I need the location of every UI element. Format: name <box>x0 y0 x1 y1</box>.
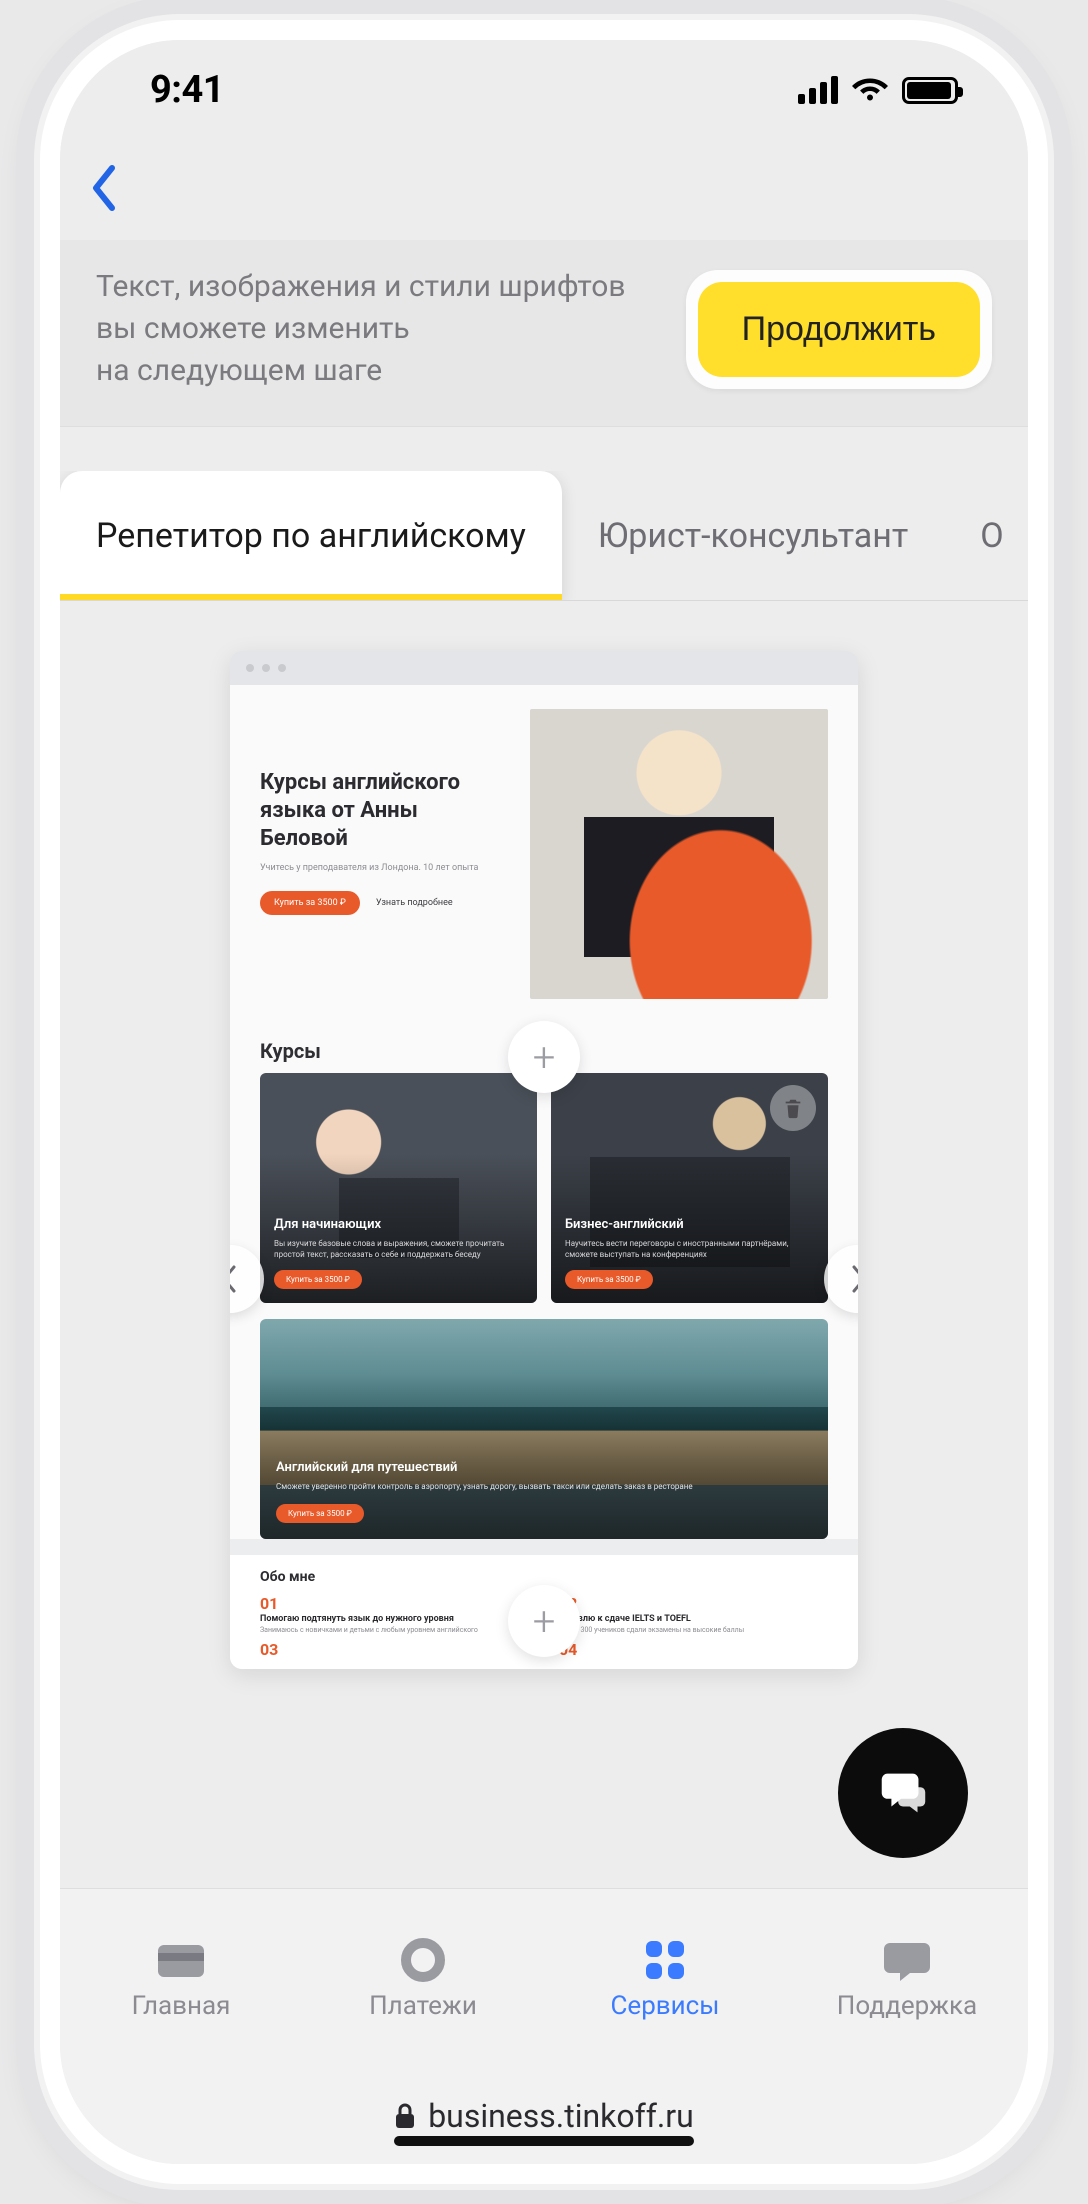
course-buy-button[interactable]: Купить за 3500 ₽ <box>276 1504 364 1523</box>
course-card-travel[interactable]: Английский для путешествий Сможете увере… <box>260 1319 828 1539</box>
lock-icon <box>394 2102 416 2130</box>
about-sub: Занимаюсь с новичками и детьми с любым у… <box>260 1625 529 1635</box>
card-icon <box>154 1937 208 1983</box>
tab-payments[interactable]: Платежи <box>302 1889 544 2068</box>
course-buy-button[interactable]: Купить за 3500 ₽ <box>274 1270 362 1289</box>
circle-icon <box>396 1937 450 1983</box>
preview-hero-section: Курсы английского языка от Анны Беловой … <box>230 685 858 1039</box>
about-title: Помогаю подтянуть язык до нужного уровня <box>260 1613 529 1625</box>
delete-card-button[interactable] <box>770 1085 816 1131</box>
bottom-tab-bar: Главная Платежи Сервисы <box>60 1888 1028 2068</box>
course-desc: Вы изучите базовые слова и выражения, см… <box>274 1238 523 1260</box>
tab-lawyer[interactable]: Юрист-консультант <box>562 471 944 600</box>
course-title: Бизнес-английский <box>565 1217 814 1232</box>
nav-bar <box>60 140 1028 240</box>
hero-title: Курсы английского языка от Анны Беловой <box>260 769 510 853</box>
hero-cta-button[interactable]: Купить за 3500 ₽ <box>260 891 360 915</box>
tab-services[interactable]: Сервисы <box>544 1889 786 2068</box>
tab-home[interactable]: Главная <box>60 1889 302 2068</box>
about-item: 04 <box>559 1641 828 1659</box>
banner-line: на следующем шаге <box>96 350 666 392</box>
about-number: 02 <box>559 1595 828 1613</box>
status-bar: 9:41 <box>60 40 1028 140</box>
tab-label: О <box>980 516 1003 556</box>
phone-frame: 9:41 Текст, изображения и стили шрифтов … <box>40 20 1048 2184</box>
about-title: Готовлю к сдаче IELTS и TOEFL <box>559 1613 828 1625</box>
about-item: 03 <box>260 1641 529 1659</box>
preview-canvas[interactable]: Курсы английского языка от Анны Беловой … <box>60 601 1028 1888</box>
course-card-business[interactable]: Бизнес-английский Научитесь вести перего… <box>551 1073 828 1303</box>
template-tabs: Репетитор по английскому Юрист-консульта… <box>60 471 1028 601</box>
chat-fab-button[interactable] <box>838 1728 968 1858</box>
url-host: business.tinkoff.ru <box>428 2097 694 2135</box>
about-item: 02 Готовлю к сдаче IELTS и TOEFL Более 3… <box>559 1595 828 1635</box>
banner-line: вы сможете изменить <box>96 308 666 350</box>
hero-subtitle: Учитесь у преподавателя из Лондона. 10 л… <box>260 863 510 873</box>
status-indicators <box>798 76 958 104</box>
banner-text: Текст, изображения и стили шрифтов вы см… <box>96 266 686 392</box>
browser-chrome-dots <box>230 651 858 685</box>
about-number: 04 <box>559 1641 828 1659</box>
course-buy-button[interactable]: Купить за 3500 ₽ <box>565 1270 653 1289</box>
tab-label: Юрист-консультант <box>598 516 908 556</box>
screen: 9:41 Текст, изображения и стили шрифтов … <box>60 40 1028 2164</box>
add-section-button[interactable]: + <box>508 1585 580 1657</box>
about-item: 01 Помогаю подтянуть язык до нужного уро… <box>260 1595 529 1635</box>
browser-url-bar[interactable]: business.tinkoff.ru <box>60 2068 1028 2164</box>
continue-wrap: Продолжить <box>686 270 992 389</box>
course-title: Английский для путешествий <box>276 1460 812 1475</box>
home-indicator[interactable] <box>394 2136 694 2146</box>
tab-more[interactable]: О <box>944 471 1028 600</box>
grid-icon <box>638 1937 692 1983</box>
add-section-button[interactable]: + <box>508 1021 580 1093</box>
course-desc: Сможете уверенно пройти контроль в аэроп… <box>276 1481 812 1492</box>
website-template-preview[interactable]: Курсы английского языка от Анны Беловой … <box>230 651 858 1669</box>
about-sub: Более 300 учеников сдали экзамены на выс… <box>559 1625 828 1635</box>
support-icon <box>880 1937 934 1983</box>
tab-support[interactable]: Поддержка <box>786 1889 1028 2068</box>
about-number: 03 <box>260 1641 529 1659</box>
wifi-icon <box>852 76 888 104</box>
course-card-beginner[interactable]: Для начинающих Вы изучите базовые слова … <box>260 1073 537 1303</box>
banner-line: Текст, изображения и стили шрифтов <box>96 266 666 308</box>
about-number: 01 <box>260 1595 529 1613</box>
tab-label: Сервисы <box>611 1991 720 2021</box>
back-button[interactable] <box>90 164 120 216</box>
tab-label: Репетитор по английскому <box>96 516 526 556</box>
course-title: Для начинающих <box>274 1217 523 1232</box>
about-heading: Обо мне <box>260 1569 828 1585</box>
courses-grid: Для начинающих Вы изучите базовые слова … <box>230 1073 858 1319</box>
cellular-icon <box>798 76 838 104</box>
battery-icon <box>902 77 958 104</box>
course-desc: Научитесь вести переговоры с иностранным… <box>565 1238 814 1260</box>
tab-label: Главная <box>132 1991 231 2021</box>
continue-button[interactable]: Продолжить <box>698 282 980 377</box>
info-banner: Текст, изображения и стили шрифтов вы см… <box>60 240 1028 427</box>
tab-tutor-english[interactable]: Репетитор по английскому <box>60 471 562 600</box>
tab-label: Поддержка <box>837 1991 977 2021</box>
hero-image <box>530 709 828 999</box>
hero-learnmore-button[interactable]: Узнать подробнее <box>370 891 459 915</box>
status-time: 9:41 <box>150 68 224 112</box>
tab-label: Платежи <box>369 1991 477 2021</box>
